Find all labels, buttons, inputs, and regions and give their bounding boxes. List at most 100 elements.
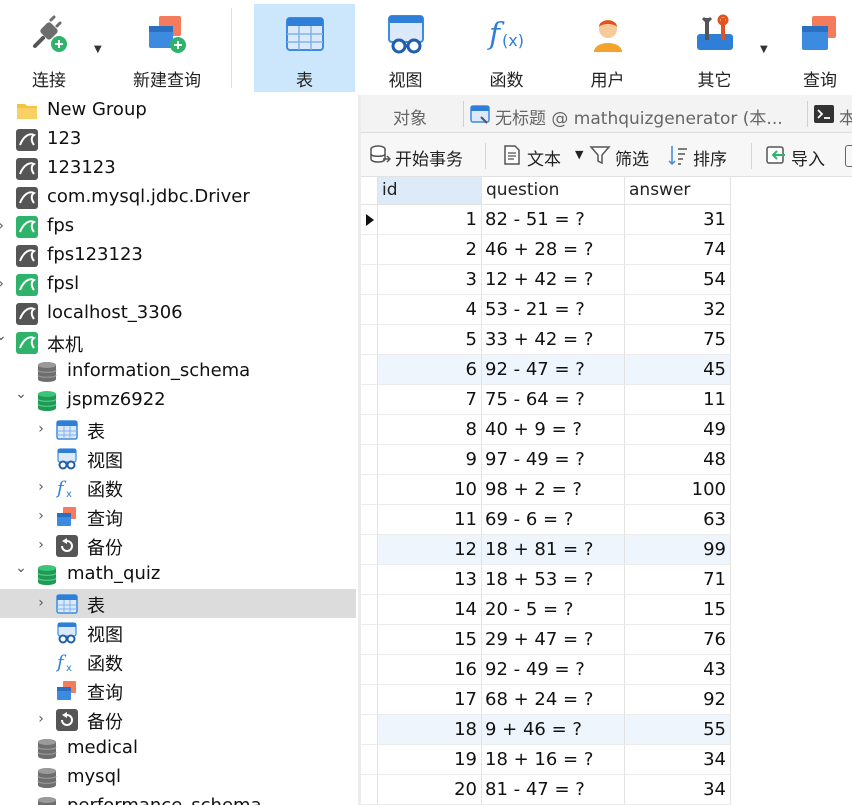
new-query-button[interactable]: 新建查询 (108, 4, 226, 92)
cell-answer[interactable]: 34 (625, 775, 731, 805)
tree-item[interactable]: mysql (0, 763, 358, 792)
tree-item[interactable]: localhost_3306 (0, 299, 358, 328)
column-header-answer[interactable]: answer (625, 177, 731, 205)
sort-button[interactable]: 排序 (667, 143, 737, 170)
cell-id[interactable]: 1 (378, 205, 482, 235)
cell-question[interactable]: 18 + 16 = ? (482, 745, 625, 775)
cell-id[interactable]: 17 (378, 685, 482, 715)
cell-id[interactable]: 20 (378, 775, 482, 805)
cell-id[interactable]: 5 (378, 325, 482, 355)
table-row[interactable]: 17 68 + 24 = ? 92 (361, 685, 731, 715)
chevron-right-icon[interactable]: › (35, 421, 47, 437)
table-row[interactable]: 13 18 + 53 = ? 71 (361, 565, 731, 595)
cell-id[interactable]: 11 (378, 505, 482, 535)
chevron-right-icon[interactable]: › (0, 276, 7, 292)
tree-item[interactable]: 视图 (0, 618, 358, 647)
cell-id[interactable]: 4 (378, 295, 482, 325)
tree-item[interactable]: ⌄ 本机 (0, 328, 358, 357)
cell-answer[interactable]: 76 (625, 625, 731, 655)
cell-answer[interactable]: 92 (625, 685, 731, 715)
table-row[interactable]: 6 92 - 47 = ? 45 (361, 355, 731, 385)
row-selector[interactable] (361, 775, 378, 805)
chevron-right-icon[interactable]: › (35, 479, 47, 495)
cell-answer[interactable]: 75 (625, 325, 731, 355)
table-row[interactable]: 10 98 + 2 = ? 100 (361, 475, 731, 505)
cell-answer[interactable]: 34 (625, 745, 731, 775)
cell-question[interactable]: 69 - 6 = ? (482, 505, 625, 535)
tree-item[interactable]: medical (0, 734, 358, 763)
cell-question[interactable]: 68 + 24 = ? (482, 685, 625, 715)
export-partial-icon[interactable] (845, 145, 852, 167)
chevron-right-icon[interactable]: › (0, 218, 7, 234)
filter-button[interactable]: 筛选 (589, 143, 659, 170)
cell-answer[interactable]: 55 (625, 715, 731, 745)
table-row[interactable]: 9 97 - 49 = ? 48 (361, 445, 731, 475)
table-row[interactable]: 7 75 - 64 = ? 11 (361, 385, 731, 415)
cell-question[interactable]: 53 - 21 = ? (482, 295, 625, 325)
cell-question[interactable]: 18 + 53 = ? (482, 565, 625, 595)
cell-id[interactable]: 2 (378, 235, 482, 265)
cell-answer[interactable]: 45 (625, 355, 731, 385)
chevron-right-icon[interactable]: › (35, 508, 47, 524)
chevron-down-icon[interactable]: ⌄ (15, 386, 27, 402)
cell-question[interactable]: 20 - 5 = ? (482, 595, 625, 625)
cell-question[interactable]: 97 - 49 = ? (482, 445, 625, 475)
cell-question[interactable]: 29 + 47 = ? (482, 625, 625, 655)
cell-id[interactable]: 9 (378, 445, 482, 475)
cell-id[interactable]: 12 (378, 535, 482, 565)
row-selector[interactable] (361, 205, 378, 235)
cell-answer[interactable]: 31 (625, 205, 731, 235)
row-selector[interactable] (361, 355, 378, 385)
function-button[interactable]: f (x) 函数 (456, 4, 557, 92)
chevron-right-icon[interactable]: › (35, 595, 47, 611)
tree-item[interactable]: ⌄ math_quiz (0, 560, 358, 589)
tree-item[interactable]: information_schema (0, 357, 358, 386)
other-button[interactable]: 其它 (664, 4, 765, 92)
cell-id[interactable]: 19 (378, 745, 482, 775)
cell-question[interactable]: 12 + 42 = ? (482, 265, 625, 295)
row-selector[interactable] (361, 415, 378, 445)
cell-id[interactable]: 13 (378, 565, 482, 595)
tree-item[interactable]: › 查询 (0, 502, 358, 531)
user-button[interactable]: 用户 (557, 4, 658, 92)
connect-dropdown-icon[interactable]: ▼ (94, 44, 102, 55)
tree-item[interactable]: › fpsl (0, 270, 358, 299)
column-header-question[interactable]: question (482, 177, 625, 205)
tab-objects[interactable]: 对象 (361, 97, 463, 131)
view-button[interactable]: 视图 (355, 4, 456, 92)
row-selector[interactable] (361, 265, 378, 295)
table-row[interactable]: 5 33 + 42 = ? 75 (361, 325, 731, 355)
tree-item[interactable]: 123123 (0, 154, 358, 183)
row-selector[interactable] (361, 475, 378, 505)
row-selector[interactable] (361, 685, 378, 715)
cell-id[interactable]: 8 (378, 415, 482, 445)
row-selector[interactable] (361, 295, 378, 325)
row-selector[interactable] (361, 385, 378, 415)
column-header-id[interactable]: id (378, 177, 482, 205)
row-selector[interactable] (361, 625, 378, 655)
tree-item[interactable]: › f x 函数 (0, 473, 358, 502)
tree-item[interactable]: performance_schema (0, 792, 358, 805)
cell-answer[interactable]: 32 (625, 295, 731, 325)
cell-question[interactable]: 82 - 51 = ? (482, 205, 625, 235)
row-selector[interactable] (361, 595, 378, 625)
row-selector[interactable] (361, 445, 378, 475)
cell-answer[interactable]: 49 (625, 415, 731, 445)
table-row[interactable]: 18 9 + 46 = ? 55 (361, 715, 731, 745)
table-row[interactable]: 15 29 + 47 = ? 76 (361, 625, 731, 655)
table-row[interactable]: 20 81 - 47 = ? 34 (361, 775, 731, 805)
text-button[interactable]: 文本 ▼ (501, 143, 583, 170)
row-selector[interactable] (361, 565, 378, 595)
cell-question[interactable]: 46 + 28 = ? (482, 235, 625, 265)
tab-untitled-query[interactable]: 无标题 @ mathquizgenerator (本... (465, 97, 807, 131)
tab-console[interactable]: 本 (809, 97, 852, 131)
row-selector[interactable] (361, 505, 378, 535)
table-row[interactable]: 4 53 - 21 = ? 32 (361, 295, 731, 325)
cell-question[interactable]: 33 + 42 = ? (482, 325, 625, 355)
cell-id[interactable]: 10 (378, 475, 482, 505)
cell-question[interactable]: 92 - 49 = ? (482, 655, 625, 685)
tree-item[interactable]: New Group (0, 96, 358, 125)
row-selector[interactable] (361, 745, 378, 775)
begin-transaction-button[interactable]: 开始事务 (369, 143, 479, 170)
query-button[interactable]: 查询 (780, 4, 852, 92)
